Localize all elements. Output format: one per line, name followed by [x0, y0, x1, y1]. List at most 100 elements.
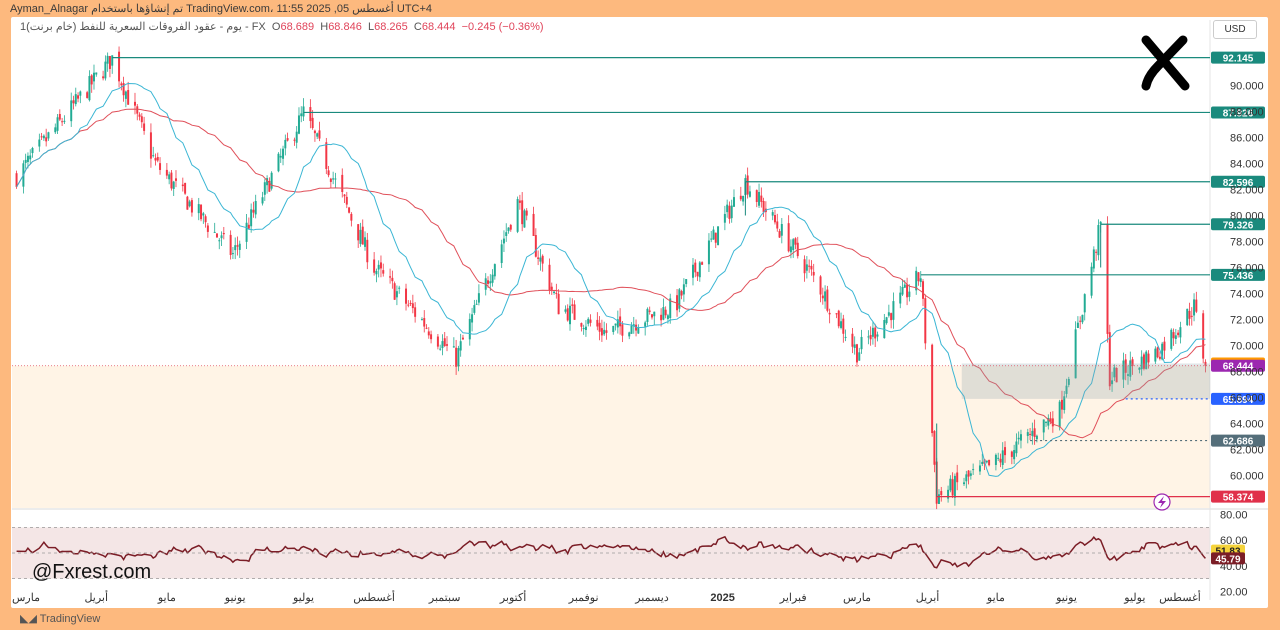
- candle-body: [580, 323, 583, 327]
- candle-body: [855, 344, 858, 363]
- candle-body: [1019, 434, 1022, 441]
- candle-body: [890, 313, 893, 321]
- candle-body: [584, 326, 587, 331]
- candle-body: [835, 313, 838, 315]
- candle-body: [70, 100, 73, 122]
- candle-body: [245, 222, 248, 242]
- candle-body: [165, 169, 168, 176]
- candle-body: [229, 234, 232, 255]
- price-tick-label: 72.000: [1230, 315, 1264, 327]
- candle-body: [58, 113, 61, 120]
- candle-body: [1013, 450, 1016, 460]
- candle-body: [329, 178, 332, 182]
- candle-body: [95, 72, 98, 75]
- candle-body: [978, 465, 981, 472]
- x-axis-label: مايو: [157, 592, 176, 604]
- x-axis-label: يونيو: [1055, 592, 1077, 604]
- candle-body: [903, 284, 906, 288]
- candle-body: [56, 117, 59, 131]
- candle-body: [539, 257, 542, 262]
- candle-body: [31, 147, 34, 154]
- candle-body: [26, 155, 29, 162]
- candle-body: [780, 224, 783, 236]
- candle-body: [254, 201, 257, 215]
- candle-body: [284, 139, 287, 149]
- candle-body: [505, 232, 508, 236]
- candle-body: [263, 182, 266, 195]
- candle-body: [509, 224, 512, 230]
- candle-body: [238, 243, 241, 250]
- candle-body: [691, 264, 694, 278]
- candle-body: [213, 231, 216, 233]
- candle-body: [1170, 329, 1173, 349]
- candle-body: [1042, 419, 1045, 433]
- candle-body: [395, 291, 398, 298]
- candle-body: [154, 158, 157, 161]
- candle-body: [459, 341, 462, 351]
- candle-body: [136, 106, 139, 114]
- price-chart[interactable]: 92.14587.92682.59679.32675.43668.61668.4…: [0, 0, 1280, 630]
- candle-body: [760, 195, 763, 202]
- candle-body: [1174, 335, 1177, 339]
- candle-body: [550, 286, 553, 290]
- candle-body: [54, 127, 57, 133]
- support-zone: [961, 363, 1210, 399]
- watermark-text: @Fxrest.com: [32, 561, 152, 583]
- candle-body: [844, 336, 847, 338]
- candle-body: [698, 262, 701, 278]
- candle-body: [525, 210, 528, 216]
- candle-body: [118, 51, 121, 82]
- candle-body: [600, 328, 603, 336]
- candle-body: [967, 470, 970, 477]
- candle-body: [619, 316, 622, 327]
- candle-body: [728, 205, 731, 219]
- candle-body: [364, 237, 367, 247]
- rsi-badge-label: 45.79: [1215, 554, 1240, 565]
- candle-body: [787, 223, 790, 252]
- candle-body: [500, 244, 503, 264]
- candle-body: [933, 431, 936, 465]
- candle-body: [1026, 432, 1029, 436]
- candle-body: [1190, 315, 1193, 317]
- candle-body: [937, 494, 940, 504]
- candle-body: [309, 107, 312, 122]
- candle-body: [204, 216, 207, 223]
- candle-body: [748, 191, 751, 197]
- candle-body: [892, 301, 895, 320]
- candle-body: [537, 257, 540, 259]
- candle-body: [473, 305, 476, 313]
- candle-body: [569, 305, 571, 325]
- candle-body: [1031, 430, 1034, 436]
- candle-body: [409, 302, 412, 304]
- candle-body: [420, 319, 423, 321]
- candle-body: [1029, 433, 1032, 435]
- candle-body: [1004, 447, 1007, 456]
- price-tick-label: 60.000: [1230, 471, 1264, 483]
- candle-body: [805, 264, 808, 271]
- candle-body: [172, 181, 175, 189]
- candle-body: [963, 482, 966, 485]
- candle-body: [1193, 299, 1196, 316]
- candle-body: [220, 235, 223, 239]
- candle-body: [102, 76, 105, 79]
- candle-body: [45, 137, 48, 142]
- candle-body: [685, 279, 688, 285]
- candle-body: [573, 304, 576, 320]
- candle-body: [1202, 313, 1205, 359]
- candle-body: [521, 200, 524, 225]
- candle-body: [1156, 347, 1159, 358]
- candle-body: [295, 131, 298, 143]
- candle-body: [236, 245, 239, 247]
- candle-body: [803, 259, 806, 274]
- candle-body: [439, 348, 442, 350]
- x-axis-label: أبريل: [916, 590, 940, 604]
- price-tick-label: 68.000: [1230, 367, 1264, 379]
- candle-body: [61, 121, 64, 123]
- candle-body: [1076, 322, 1079, 329]
- price-tick-label: 74.000: [1230, 289, 1264, 301]
- candle-body: [1195, 299, 1198, 312]
- candle-body: [366, 239, 369, 263]
- candle-body: [840, 321, 843, 328]
- candle-body: [742, 195, 745, 202]
- candle-body: [534, 235, 537, 257]
